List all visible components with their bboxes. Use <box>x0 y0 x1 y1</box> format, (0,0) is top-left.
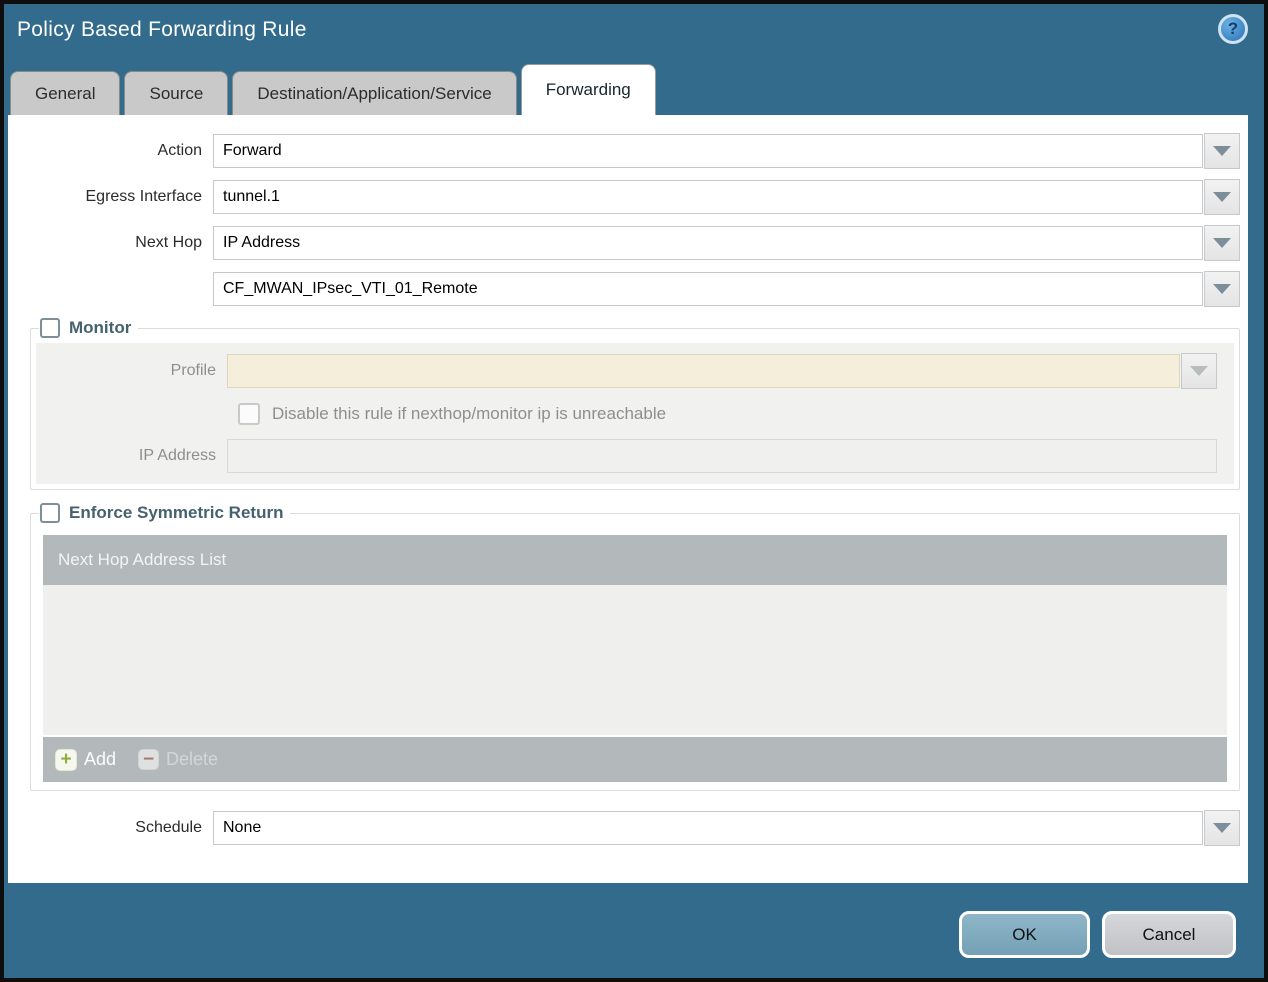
minus-icon: − <box>138 749 160 770</box>
delete-button[interactable]: − Delete <box>138 749 218 770</box>
tab-general[interactable]: General <box>10 71 121 115</box>
profile-label: Profile <box>170 362 216 379</box>
next-hop-address-row <box>8 271 1240 307</box>
add-button[interactable]: + Add <box>55 748 117 771</box>
disable-rule-checkbox[interactable] <box>238 403 260 425</box>
ok-button[interactable]: OK <box>959 911 1090 958</box>
next-hop-address-list-table: Next Hop Address List + Add − Delete <box>43 535 1227 782</box>
tab-destination-application-service[interactable]: Destination/Application/Service <box>232 71 517 115</box>
monitor-section-title: Monitor <box>69 318 132 337</box>
disable-rule-label: Disable this rule if nexthop/monitor ip … <box>272 404 667 423</box>
schedule-row: Schedule <box>8 810 1240 846</box>
add-button-label: Add <box>84 749 117 769</box>
chevron-down-icon <box>1213 238 1231 248</box>
action-row: Action <box>8 133 1240 169</box>
help-icon[interactable]: ? <box>1218 14 1248 44</box>
chevron-down-icon <box>1190 366 1208 376</box>
tab-bar: General Source Destination/Application/S… <box>10 64 656 115</box>
next-hop-address-dropdown-button[interactable] <box>1204 271 1240 307</box>
delete-button-label: Delete <box>166 749 219 769</box>
monitor-section-body: Profile Disable this rule if nexthop/mon… <box>36 343 1234 484</box>
forwarding-tab-content: Action Egress Interface Next Hop <box>8 115 1248 883</box>
chevron-down-icon <box>1213 192 1231 202</box>
schedule-label: Schedule <box>135 819 202 836</box>
action-label: Action <box>157 142 202 159</box>
next-hop-address-list-toolbar: + Add − Delete <box>43 737 1227 782</box>
next-hop-address-input[interactable] <box>213 272 1203 306</box>
plus-icon: + <box>55 748 77 771</box>
profile-input[interactable] <box>227 354 1180 388</box>
cancel-button[interactable]: Cancel <box>1102 911 1236 958</box>
action-dropdown-button[interactable] <box>1204 133 1240 169</box>
disable-rule-row: Disable this rule if nexthop/monitor ip … <box>238 402 1225 426</box>
monitor-ip-label: IP Address <box>138 447 216 464</box>
profile-row: Profile <box>36 353 1217 389</box>
action-input[interactable] <box>213 134 1203 168</box>
monitor-ip-row: IP Address <box>36 439 1217 473</box>
monitor-section: Monitor Profile Disable this rule if nex… <box>30 318 1240 490</box>
next-hop-type-input[interactable] <box>213 226 1203 260</box>
symmetric-return-checkbox[interactable] <box>40 503 60 523</box>
policy-forwarding-dialog: Policy Based Forwarding Rule ? General S… <box>0 0 1268 982</box>
next-hop-address-list-body <box>43 585 1227 735</box>
egress-interface-input[interactable] <box>213 180 1203 214</box>
chevron-down-icon <box>1213 146 1231 156</box>
tab-source[interactable]: Source <box>124 71 229 115</box>
symmetric-return-section-title: Enforce Symmetric Return <box>69 503 284 522</box>
egress-interface-label: Egress Interface <box>85 188 203 205</box>
schedule-input[interactable] <box>213 811 1203 845</box>
monitor-ip-input[interactable] <box>227 439 1217 473</box>
chevron-down-icon <box>1213 284 1231 294</box>
dialog-title: Policy Based Forwarding Rule <box>17 18 307 41</box>
symmetric-return-section: Enforce Symmetric Return Next Hop Addres… <box>30 503 1240 791</box>
egress-interface-dropdown-button[interactable] <box>1204 179 1240 215</box>
tab-forwarding[interactable]: Forwarding <box>520 64 656 115</box>
egress-interface-row: Egress Interface <box>8 179 1240 215</box>
next-hop-label: Next Hop <box>135 234 202 251</box>
next-hop-row: Next Hop <box>8 225 1240 261</box>
monitor-checkbox[interactable] <box>40 318 60 338</box>
next-hop-dropdown-button[interactable] <box>1204 225 1240 261</box>
chevron-down-icon <box>1213 823 1231 833</box>
profile-dropdown-button[interactable] <box>1181 353 1217 389</box>
schedule-dropdown-button[interactable] <box>1204 810 1240 846</box>
next-hop-address-list-header: Next Hop Address List <box>43 535 1227 585</box>
